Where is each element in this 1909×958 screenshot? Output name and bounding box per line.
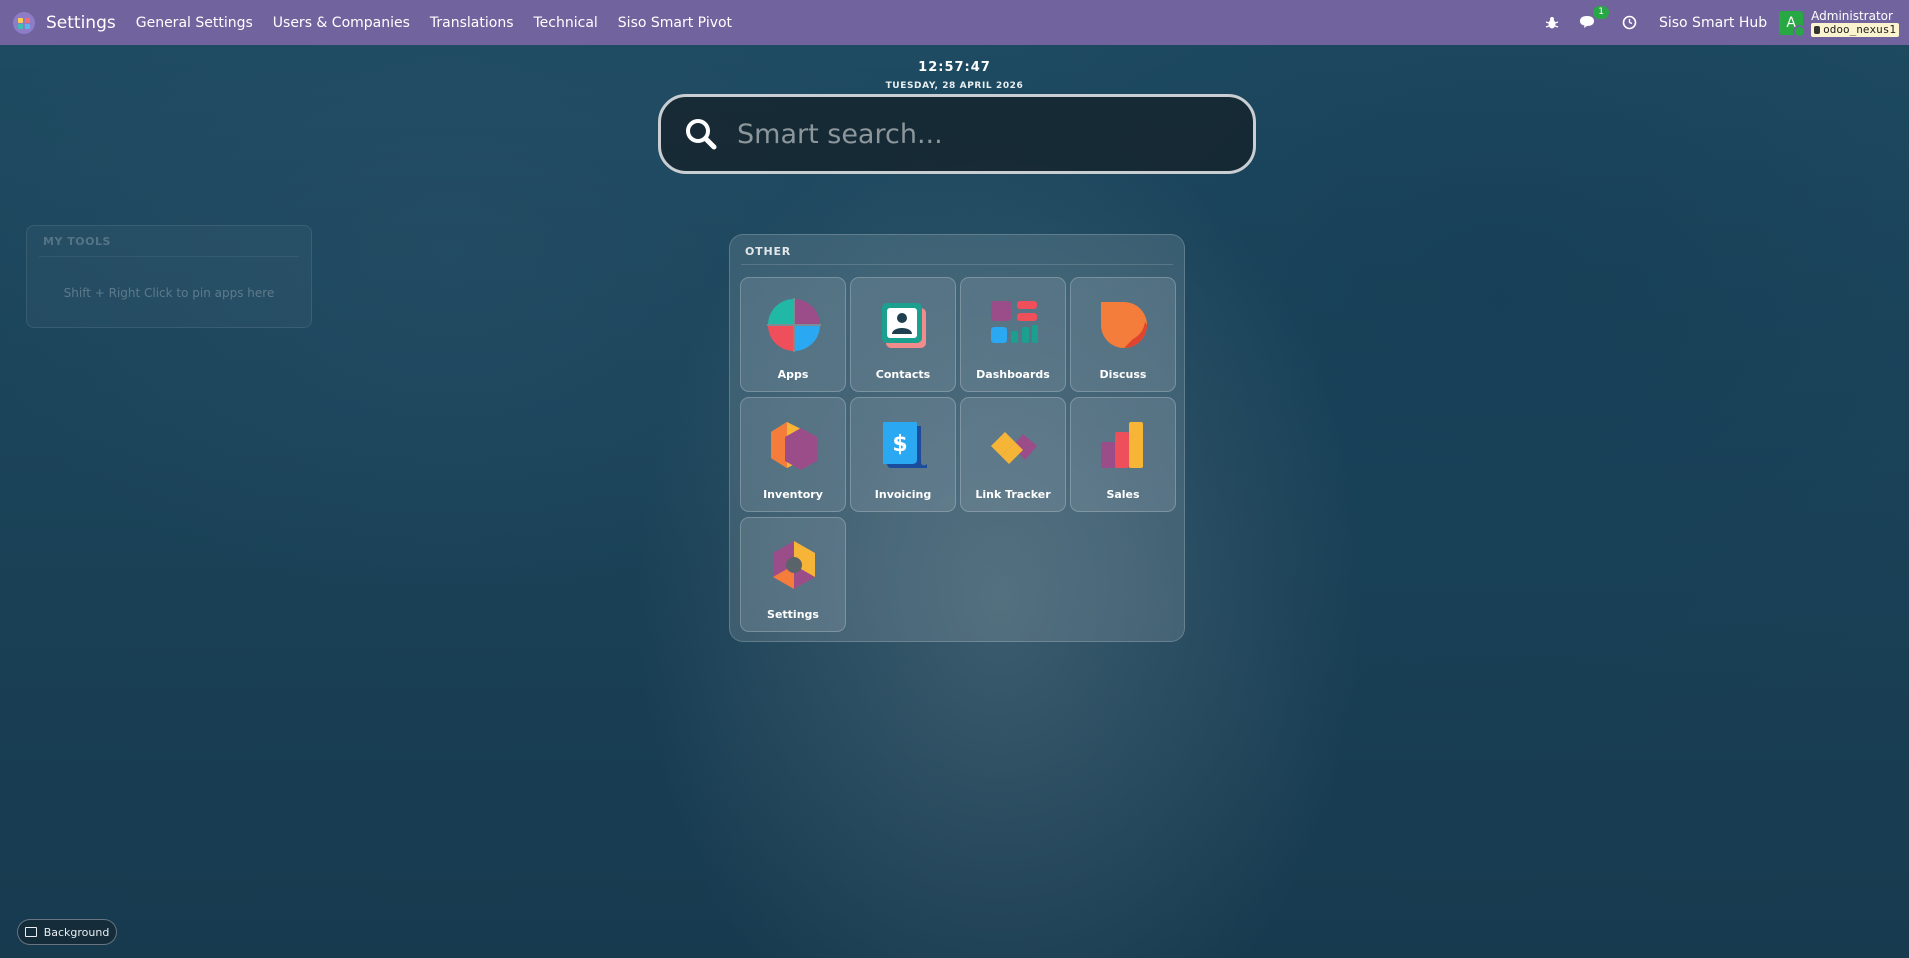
- my-tools-panel: MY TOOLS Shift + Right Click to pin apps…: [26, 225, 312, 328]
- search-icon: [681, 114, 721, 154]
- activity-clock-icon[interactable]: [1619, 12, 1641, 34]
- clock-date: TUESDAY, 28 APRIL 2026: [885, 81, 1024, 91]
- top-navbar: Settings General Settings Users & Compan…: [0, 0, 1909, 45]
- app-tile-sales[interactable]: Sales: [1070, 397, 1176, 512]
- smart-search-input[interactable]: [735, 117, 1253, 151]
- app-brand[interactable]: Settings: [46, 13, 116, 33]
- app-label: Settings: [767, 608, 819, 621]
- dashboards-icon: [991, 301, 1038, 343]
- siso-smart-hub-link[interactable]: Siso Smart Hub: [1659, 15, 1767, 31]
- discuss-icon: [1101, 302, 1147, 348]
- database-tag: odoo_nexus1: [1811, 22, 1899, 37]
- inventory-icon: [771, 422, 817, 470]
- svg-text:$: $: [892, 432, 907, 457]
- clock-time: 12:57:47: [918, 60, 991, 75]
- app-label: Contacts: [875, 368, 931, 381]
- smart-search-box: [658, 94, 1256, 174]
- user-menu[interactable]: Administrator odoo_nexus1: [1811, 9, 1899, 37]
- app-label: Invoicing: [874, 488, 932, 501]
- app-label: Sales: [1106, 488, 1140, 501]
- my-tools-title: MY TOOLS: [43, 235, 111, 248]
- my-tools-hint: Shift + Right Click to pin apps here: [63, 286, 275, 300]
- app-tile-apps[interactable]: Apps: [740, 277, 846, 392]
- menu-translations[interactable]: Translations: [420, 15, 524, 31]
- app-tile-inventory[interactable]: Inventory: [740, 397, 846, 512]
- sales-icon: [1101, 422, 1143, 468]
- home-menu-icon[interactable]: [12, 11, 36, 35]
- app-label: Discuss: [1099, 368, 1147, 381]
- menu-general-settings[interactable]: General Settings: [126, 15, 263, 31]
- messages-icon[interactable]: 1: [1577, 5, 1609, 34]
- background-button[interactable]: Background: [17, 919, 117, 945]
- app-tile-link-tracker[interactable]: Link Tracker: [960, 397, 1066, 512]
- app-tile-invoicing[interactable]: $ Invoicing: [850, 397, 956, 512]
- app-label: Link Tracker: [975, 488, 1051, 501]
- app-tile-settings[interactable]: Settings: [740, 517, 846, 632]
- menu-siso-smart-pivot[interactable]: Siso Smart Pivot: [608, 15, 742, 31]
- app-label: Dashboards: [976, 368, 1050, 381]
- notification-badge: 1: [1593, 5, 1609, 19]
- apps-panel: OTHER Apps Contacts Dashboards Discuss I…: [729, 234, 1185, 642]
- navbar-systray: 1 Siso Smart Hub A Administrator odoo_ne…: [1537, 0, 1899, 45]
- app-label: Inventory: [763, 488, 823, 501]
- background-button-label: Background: [43, 925, 110, 939]
- apps-section-divider: [741, 264, 1173, 265]
- menu-users-companies[interactable]: Users & Companies: [263, 15, 420, 31]
- apps-section-title: OTHER: [745, 245, 792, 258]
- link-tracker-icon: [991, 432, 1037, 464]
- menu-technical[interactable]: Technical: [524, 15, 608, 31]
- database-name: odoo_nexus1: [1823, 22, 1896, 36]
- apps-icon: [767, 298, 821, 352]
- online-status-dot: [1793, 24, 1807, 38]
- image-icon: [24, 927, 37, 937]
- my-tools-divider: [39, 256, 299, 257]
- app-tile-dashboards[interactable]: Dashboards: [960, 277, 1066, 392]
- main-menu: General Settings Users & Companies Trans…: [126, 15, 742, 31]
- user-name: Administrator: [1811, 8, 1893, 23]
- settings-icon: [773, 541, 815, 589]
- database-icon: [1814, 25, 1821, 34]
- app-tile-contacts[interactable]: Contacts: [850, 277, 956, 392]
- app-tile-discuss[interactable]: Discuss: [1070, 277, 1176, 392]
- debug-bug-icon[interactable]: [1541, 12, 1563, 34]
- contacts-icon: [882, 303, 926, 348]
- user-avatar[interactable]: A: [1779, 10, 1807, 38]
- invoicing-icon: $: [883, 422, 927, 468]
- app-label: Apps: [777, 368, 809, 381]
